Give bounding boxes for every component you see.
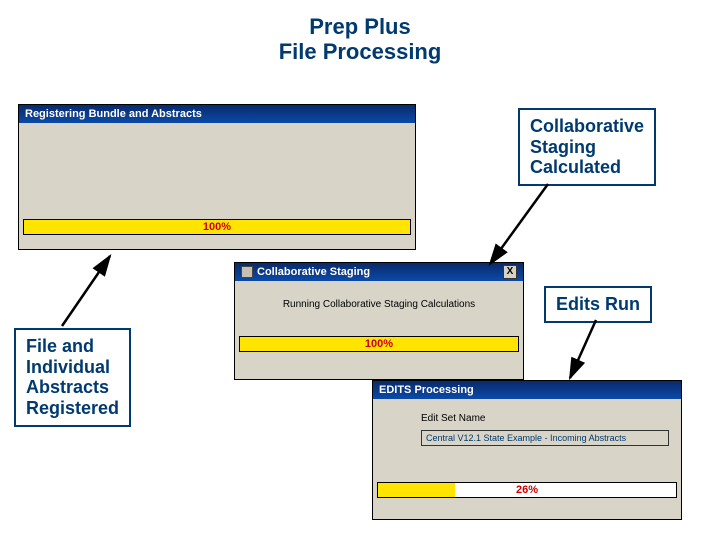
close-button[interactable]: X xyxy=(503,265,517,279)
field-label: Edit Set Name xyxy=(373,399,681,428)
titlebar: Collaborative Staging X xyxy=(235,263,523,281)
titlebar: Registering Bundle and Abstracts xyxy=(19,105,415,123)
progress-bar: 26% xyxy=(377,482,677,498)
arrow-staging xyxy=(490,184,548,264)
progress-text: 100% xyxy=(240,337,518,351)
arrow-registered xyxy=(62,256,110,326)
progress-bar: 100% xyxy=(239,336,519,352)
progress-text: 26% xyxy=(378,483,676,497)
callout-line: Staging xyxy=(530,137,596,157)
message-text: Running Collaborative Staging Calculatio… xyxy=(235,281,523,332)
title-line1: Prep Plus xyxy=(309,14,410,39)
dialog-title: Collaborative Staging xyxy=(257,266,370,278)
edit-set-name-field: Central V12.1 State Example - Incoming A… xyxy=(421,430,669,446)
callout-line: Abstracts xyxy=(26,377,109,397)
arrow-edits xyxy=(570,320,596,378)
callout-line: File and xyxy=(26,336,94,356)
page-title: Prep Plus File Processing xyxy=(0,14,720,65)
progress-text: 100% xyxy=(24,220,410,234)
callout-line: Registered xyxy=(26,398,119,418)
form-icon xyxy=(241,266,253,278)
callout-line: Collaborative xyxy=(530,116,644,136)
titlebar: EDITS Processing xyxy=(373,381,681,399)
dialog-edits-processing: EDITS Processing Edit Set Name Central V… xyxy=(372,380,682,520)
dialog-collaborative-staging: Collaborative Staging X Running Collabor… xyxy=(234,262,524,380)
callout-edits-run: Edits Run xyxy=(544,286,652,323)
callout-file-registered: File and Individual Abstracts Registered xyxy=(14,328,131,427)
dialog-title: Registering Bundle and Abstracts xyxy=(25,108,202,120)
callout-line: Calculated xyxy=(530,157,621,177)
callout-collaborative-staging: Collaborative Staging Calculated xyxy=(518,108,656,186)
dialog-registering-bundle: Registering Bundle and Abstracts 100% xyxy=(18,104,416,250)
dialog-title: EDITS Processing xyxy=(379,384,474,396)
progress-bar: 100% xyxy=(23,219,411,235)
callout-line: Individual xyxy=(26,357,110,377)
title-line2: File Processing xyxy=(279,39,442,64)
